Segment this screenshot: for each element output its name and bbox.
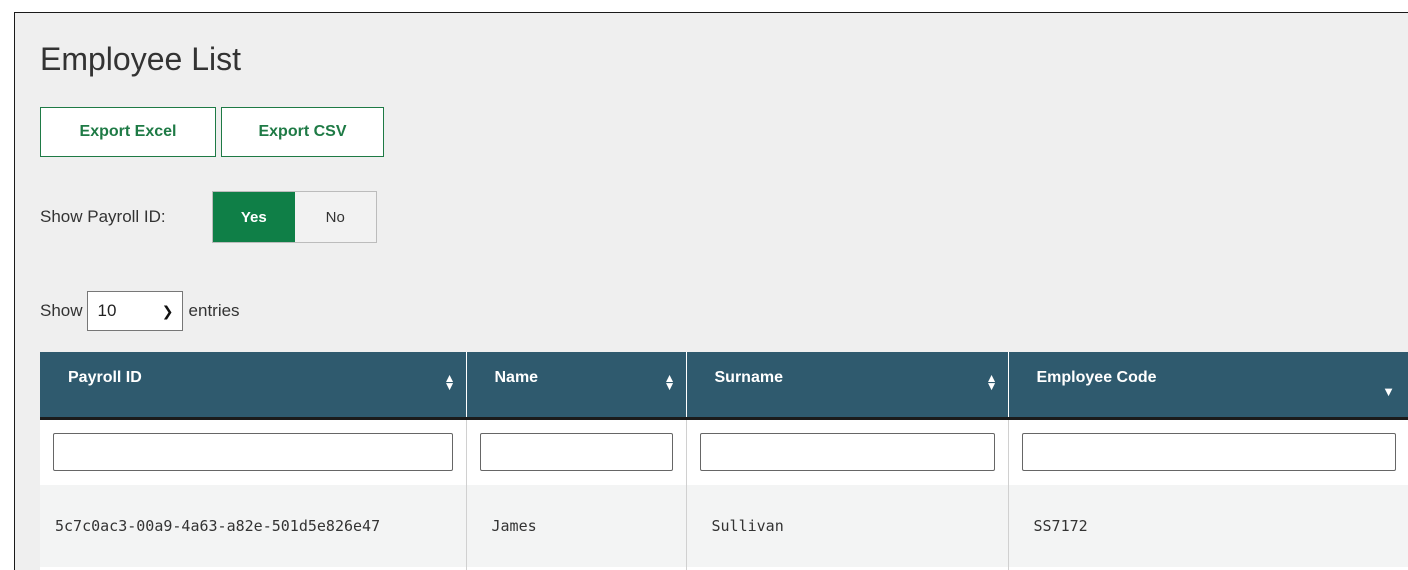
column-header-name[interactable]: Name ▲ ▼ — [466, 352, 687, 420]
filter-employee-code-input[interactable] — [1021, 433, 1396, 472]
entries-length-control: Show 10 ❯ entries — [40, 289, 240, 333]
entries-label: entries — [188, 301, 240, 320]
toggle-no-button[interactable]: No — [294, 192, 376, 242]
sort-both-icon: ▲ ▼ — [443, 371, 456, 393]
export-excel-button[interactable]: Export Excel — [40, 107, 216, 157]
page-container: Employee List Export Excel Export CSV Sh… — [14, 12, 1408, 570]
filter-surname-input[interactable] — [699, 433, 995, 472]
export-csv-button[interactable]: Export CSV — [221, 107, 384, 157]
chevron-down-icon: ❯ — [161, 302, 174, 319]
column-header-employee-code[interactable]: Employee Code ▼ — [1008, 352, 1408, 420]
sort-both-icon: ▲ ▼ — [985, 371, 998, 393]
employee-code-cell: SS7172 — [1008, 485, 1408, 567]
entries-select-value: 10 — [97, 301, 117, 320]
filter-row — [40, 418, 1408, 485]
filter-name-input[interactable] — [479, 433, 673, 472]
entries-select[interactable]: 10 ❯ — [86, 291, 183, 331]
table-row[interactable]: 5c7c0ac3-00a9-4a63-a82e-501d5e826e47 Jam… — [40, 485, 1408, 567]
name-cell: James — [466, 485, 687, 567]
page-title: Employee List — [40, 41, 241, 77]
column-header-surname[interactable]: Surname ▲ ▼ — [686, 352, 1009, 420]
sort-both-icon: ▲ ▼ — [663, 371, 676, 393]
show-label: Show — [40, 301, 83, 320]
table-header-row: Payroll ID ▲ ▼ Name ▲ ▼ Surname ▲ ▼ Employe… — [40, 352, 1408, 420]
employee-table: Payroll ID ▲ ▼ Name ▲ ▼ Surname ▲ ▼ Employe… — [40, 352, 1408, 570]
payroll-id-toggle: Yes No — [212, 191, 377, 243]
surname-cell: Sullivan — [686, 485, 1009, 567]
filter-payroll-id-input[interactable] — [53, 433, 453, 472]
toggle-yes-button[interactable]: Yes — [213, 192, 295, 242]
column-header-payroll-id[interactable]: Payroll ID ▲ ▼ — [40, 352, 467, 420]
payroll-id-cell: 5c7c0ac3-00a9-4a63-a82e-501d5e826e47 — [40, 485, 467, 567]
sort-descending-icon: ▼ — [1382, 384, 1395, 399]
show-payroll-id-label: Show Payroll ID: — [40, 207, 166, 226]
